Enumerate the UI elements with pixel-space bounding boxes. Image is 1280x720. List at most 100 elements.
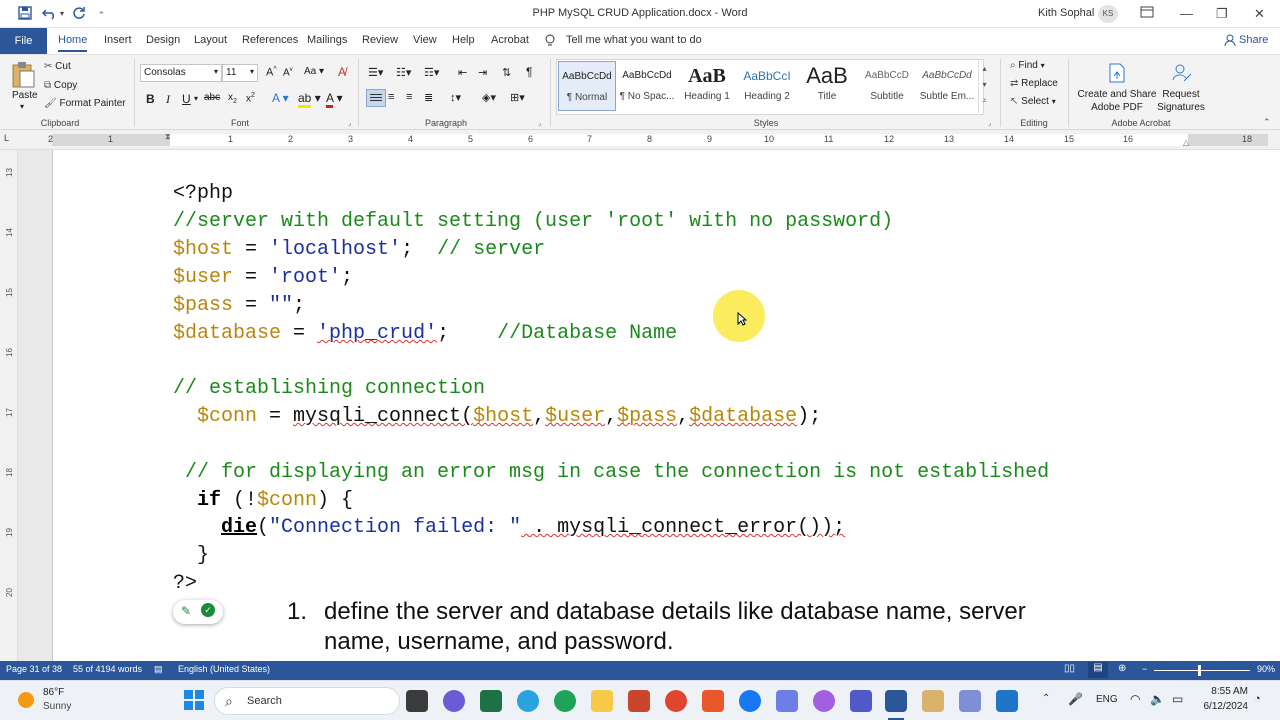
tab-home[interactable]: Home — [58, 34, 88, 52]
text-effects-icon[interactable]: A ▾ — [272, 91, 289, 105]
indent-marker-icon[interactable]: ⧗ — [165, 132, 171, 142]
chrome-icon[interactable] — [665, 690, 687, 712]
task-view-icon[interactable] — [406, 690, 428, 712]
tab-file[interactable]: File — [0, 28, 47, 54]
cut-button[interactable]: ✂ Cut — [44, 61, 71, 72]
input-language[interactable]: ENG — [1096, 694, 1118, 705]
taskbar-search-input[interactable]: ⌕ Search — [214, 687, 400, 715]
read-mode-icon[interactable]: ▯▯ — [1064, 663, 1075, 674]
tab-help[interactable]: Help — [452, 34, 475, 46]
subscript-icon[interactable]: x2 — [228, 92, 237, 105]
paragraph-dialog-launcher-icon[interactable]: ⌟ — [538, 119, 541, 127]
copy-button[interactable]: ⧉ Copy — [44, 80, 77, 91]
excel-icon[interactable] — [480, 690, 502, 712]
change-case-icon[interactable]: Aa ▾ — [304, 66, 324, 77]
paste-dropdown-icon[interactable]: ▾ — [20, 102, 24, 111]
vertical-ruler[interactable]: 13 14 15 16 17 18 19 20 — [0, 150, 18, 661]
tab-mailings[interactable]: Mailings — [307, 34, 347, 46]
tab-review[interactable]: Review — [362, 34, 398, 46]
word-icon[interactable] — [885, 690, 907, 712]
superscript-icon[interactable]: x2 — [246, 92, 255, 104]
tell-me-search[interactable]: Tell me what you want to do — [566, 34, 702, 46]
style-title[interactable]: AaB Title — [798, 61, 856, 111]
file-explorer-icon[interactable] — [591, 690, 613, 712]
tab-acrobat[interactable]: Acrobat — [491, 34, 529, 46]
numbering-icon[interactable]: ☷▾ — [396, 66, 411, 79]
strikethrough-icon[interactable]: abc — [204, 92, 220, 103]
style-no-spacing[interactable]: AaBbCcDd ¶ No Spac... — [618, 61, 676, 111]
borders-icon[interactable]: ⊞▾ — [510, 91, 525, 104]
paste-icon[interactable] — [10, 61, 36, 91]
bold-icon[interactable]: B — [146, 92, 155, 106]
share-icon[interactable] — [1224, 34, 1236, 49]
style-subtle-emphasis[interactable]: AaBbCcDd Subtle Em... — [918, 61, 976, 111]
font-dialog-launcher-icon[interactable]: ⌟ — [348, 119, 351, 127]
close-icon[interactable]: ✕ — [1254, 6, 1265, 22]
telegram-icon[interactable] — [517, 690, 539, 712]
document-page[interactable]: <?php //server with default setting (use… — [52, 150, 1280, 661]
tab-selector-icon[interactable]: L — [4, 133, 9, 143]
highlight-icon[interactable]: ab ▾ — [298, 91, 321, 108]
styles-dialog-launcher-icon[interactable]: ⌟ — [988, 119, 991, 127]
vscode-icon[interactable] — [996, 690, 1018, 712]
zoom-slider-thumb[interactable] — [1198, 665, 1201, 676]
request-signatures-button[interactable]: Request Signatures — [1154, 88, 1208, 114]
find-button[interactable]: ⌕ Find ▾ — [1010, 60, 1045, 71]
clock-date[interactable]: 6/12/2024 — [1192, 701, 1249, 712]
tab-design[interactable]: Design — [146, 34, 180, 46]
zoom-level[interactable]: 90% — [1257, 664, 1275, 674]
grow-font-icon[interactable]: A^ — [266, 66, 277, 79]
horizontal-ruler[interactable]: L ⧗ △ 2 1 1 2 3 4 5 6 7 8 9 10 11 12 13 … — [0, 130, 1280, 150]
brave-icon[interactable] — [702, 690, 724, 712]
share-button[interactable]: Share — [1239, 34, 1268, 46]
format-painter-button[interactable]: 🖌 Format Painter — [44, 98, 126, 109]
page-count[interactable]: Page 31 of 38 — [6, 664, 62, 674]
justify-icon[interactable]: ≣ — [424, 91, 433, 104]
web-layout-icon[interactable]: ⊕ — [1118, 663, 1126, 674]
sort-icon[interactable]: ⇅ — [502, 66, 511, 79]
word-count[interactable]: 55 of 4194 words — [73, 664, 142, 674]
align-right-icon[interactable]: ≡ — [406, 91, 412, 103]
battery-icon[interactable]: ▭ — [1172, 692, 1183, 706]
app-icon[interactable] — [959, 690, 981, 712]
style-heading-1[interactable]: AaB Heading 1 — [678, 61, 736, 111]
increase-indent-icon[interactable]: ⇥ — [478, 66, 487, 79]
customize-qat-icon[interactable]: ⁼ — [99, 9, 104, 20]
right-indent-marker-icon[interactable]: △ — [1183, 138, 1189, 147]
line-spacing-icon[interactable]: ↕▾ — [450, 91, 461, 104]
tab-insert[interactable]: Insert — [104, 34, 132, 46]
language[interactable]: English (United States) — [178, 664, 270, 674]
zoom-slider[interactable] — [1154, 670, 1250, 671]
bullets-icon[interactable]: ☰▾ — [368, 66, 383, 79]
wifi-icon[interactable]: ◠ — [1130, 692, 1140, 706]
styles-scroll[interactable]: ▴ ▾ ⩡ — [978, 61, 990, 113]
copilot-icon[interactable] — [813, 690, 835, 712]
powerpoint-icon[interactable] — [628, 690, 650, 712]
teams-chat-icon[interactable] — [443, 690, 465, 712]
clock-time[interactable]: 8:55 AM — [1200, 686, 1248, 697]
edge-icon[interactable] — [554, 690, 576, 712]
proofing-icon[interactable]: ▤ — [154, 664, 163, 675]
undo-icon[interactable] — [41, 6, 58, 23]
style-subtitle[interactable]: AaBbCcD Subtitle — [858, 61, 916, 111]
underline-icon[interactable]: U — [182, 92, 191, 106]
notification-icon[interactable]: ◔ — [1254, 693, 1261, 705]
font-size-select[interactable]: 11 ▾ — [222, 64, 258, 82]
volume-icon[interactable]: 🔈 — [1150, 692, 1165, 706]
font-color-icon[interactable]: A ▾ — [326, 91, 343, 108]
tab-layout[interactable]: Layout — [194, 34, 227, 46]
weather-desc[interactable]: Sunny — [43, 701, 71, 712]
clear-formatting-icon[interactable]: A̸ — [338, 65, 346, 79]
replace-button[interactable]: ⇄ Replace — [1010, 78, 1058, 89]
font-name-select[interactable]: Consolas ▾ — [140, 64, 222, 82]
style-normal[interactable]: AaBbCcDd ¶ Normal — [558, 61, 616, 111]
shading-icon[interactable]: ◈▾ — [482, 91, 496, 104]
avatar[interactable]: KS — [1098, 5, 1118, 23]
windows-start-icon[interactable] — [184, 690, 204, 713]
app-icon[interactable] — [776, 690, 798, 712]
print-layout-icon[interactable]: ▤ — [1088, 662, 1108, 678]
ribbon-display-icon[interactable] — [1140, 6, 1154, 21]
style-heading-2[interactable]: AaBbCcI Heading 2 — [738, 61, 796, 111]
shrink-font-icon[interactable]: Av — [283, 67, 293, 78]
create-share-pdf-button[interactable]: Create and Share Adobe PDF — [1076, 88, 1158, 114]
